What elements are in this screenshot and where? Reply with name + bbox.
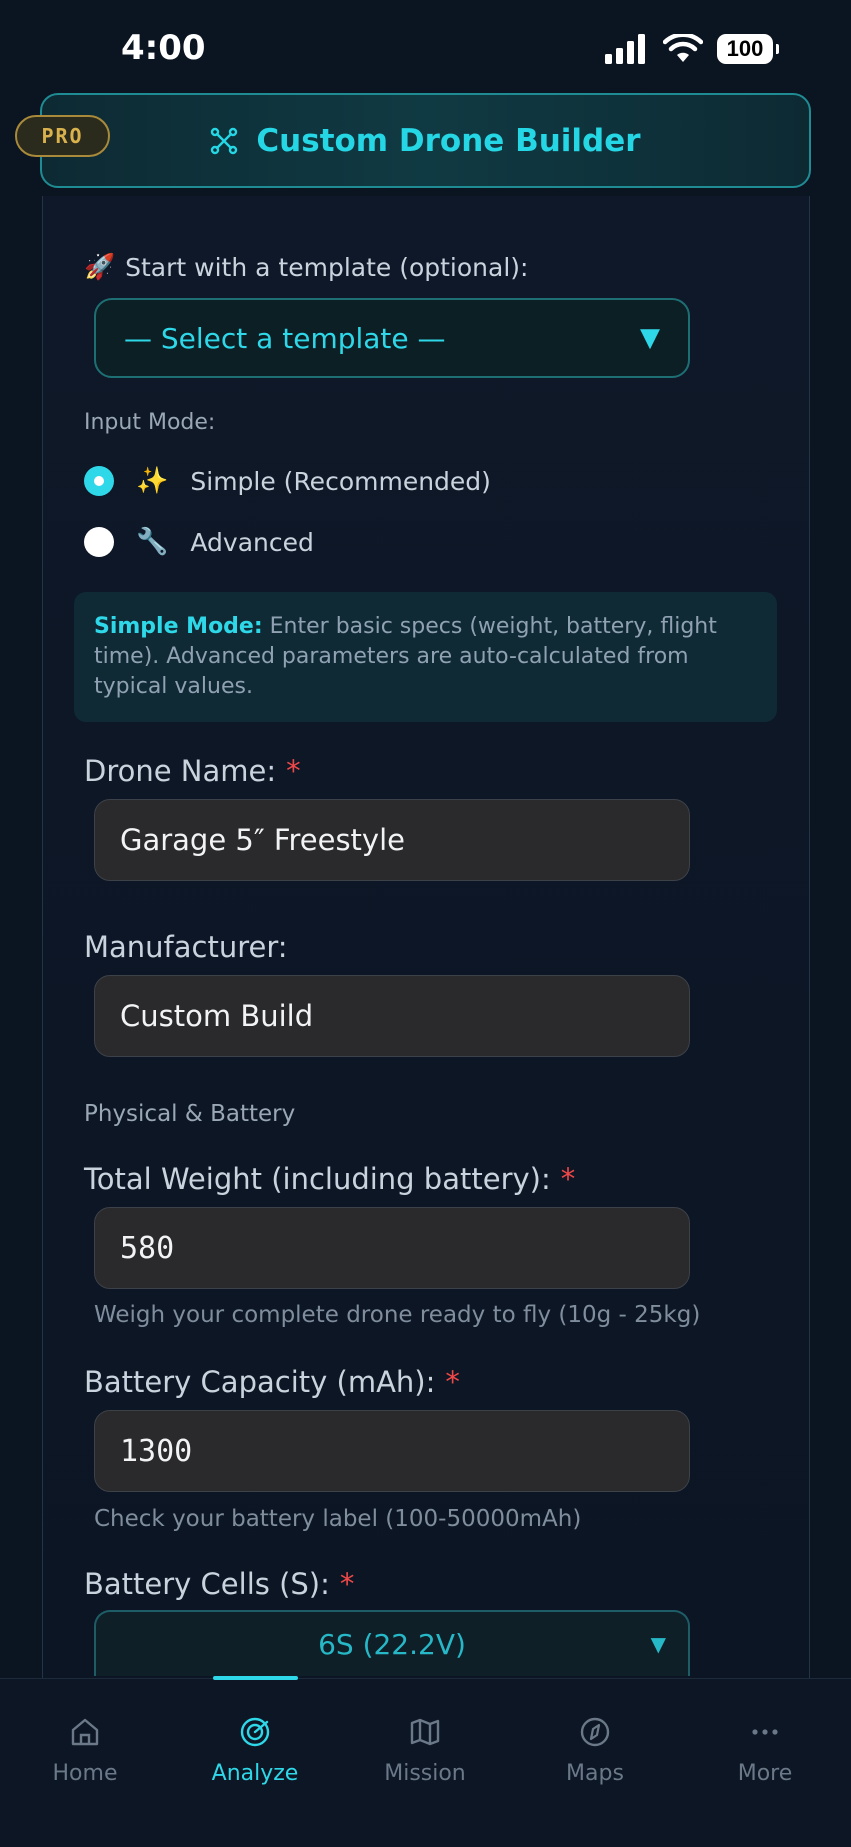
drone-name-label: Drone Name: * xyxy=(84,754,301,788)
pro-badge: PRO xyxy=(15,115,110,157)
mode-option-label: Advanced xyxy=(190,527,314,557)
chevron-down-icon: ▼ xyxy=(650,1632,666,1656)
required-marker: * xyxy=(339,1567,355,1601)
template-label: 🚀 Start with a template (optional): xyxy=(84,252,529,282)
radio-advanced[interactable] xyxy=(84,527,114,557)
nav-mission[interactable]: Mission xyxy=(355,1715,495,1786)
capacity-input[interactable]: 1300 xyxy=(94,1410,690,1492)
weight-hint: Weigh your complete drone ready to fly (… xyxy=(94,1302,701,1328)
wrench-icon: 🔧 xyxy=(136,527,169,557)
page-header: Custom Drone Builder xyxy=(40,93,811,188)
section-heading: Physical & Battery xyxy=(84,1101,296,1127)
status-time: 4:00 xyxy=(121,28,206,68)
page-title: Custom Drone Builder xyxy=(256,122,641,159)
nav-home[interactable]: Home xyxy=(15,1715,155,1786)
signal-icon xyxy=(605,34,645,64)
nav-maps[interactable]: Maps xyxy=(525,1715,665,1786)
radio-simple[interactable] xyxy=(84,466,114,496)
manufacturer-input[interactable]: Custom Build xyxy=(94,975,690,1057)
cells-label: Battery Cells (S): * xyxy=(84,1567,355,1601)
drone-name-input[interactable]: Garage 5″ Freestyle xyxy=(94,799,690,881)
input-mode-label: Input Mode: xyxy=(84,410,216,435)
weight-input[interactable]: 580 xyxy=(94,1207,690,1289)
home-icon xyxy=(71,1718,99,1746)
template-select-value: — Select a template — xyxy=(124,321,446,355)
mode-option-label: Simple (Recommended) xyxy=(190,466,491,496)
manufacturer-label: Manufacturer: xyxy=(84,930,288,964)
analyze-icon xyxy=(240,1717,270,1747)
capacity-hint: Check your battery label (100-50000mAh) xyxy=(94,1506,582,1532)
map-icon xyxy=(410,1718,440,1746)
compass-icon xyxy=(580,1717,610,1747)
drone-icon xyxy=(211,127,238,154)
cells-select-value: 6S (22.2V) xyxy=(318,1627,466,1661)
rocket-icon: 🚀 xyxy=(84,252,116,281)
required-marker: * xyxy=(286,754,301,788)
more-icon xyxy=(752,1729,778,1735)
weight-label: Total Weight (including battery): * xyxy=(84,1162,576,1196)
mode-info-box: Simple Mode: Enter basic specs (weight, … xyxy=(74,592,777,722)
chevron-down-icon: ▼ xyxy=(640,323,660,353)
status-icons: 100 xyxy=(605,34,779,64)
sparkles-icon: ✨ xyxy=(136,466,169,496)
status-bar: 4:00 100 xyxy=(0,0,851,92)
required-marker: * xyxy=(445,1365,460,1399)
nav-more[interactable]: More xyxy=(695,1715,835,1786)
required-marker: * xyxy=(560,1162,576,1196)
mode-option-simple[interactable]: ✨ Simple (Recommended) xyxy=(84,466,491,496)
bottom-nav: Home Analyze Mission Maps More xyxy=(0,1676,851,1847)
battery-icon: 100 xyxy=(717,34,779,64)
template-select[interactable]: — Select a template — ▼ xyxy=(94,298,690,378)
cells-select[interactable]: 6S (22.2V) ▼ xyxy=(94,1610,690,1676)
active-tab-indicator xyxy=(213,1676,298,1680)
mode-option-advanced[interactable]: 🔧 Advanced xyxy=(84,527,314,557)
info-bold: Simple Mode: xyxy=(94,614,263,639)
capacity-label: Battery Capacity (mAh): * xyxy=(84,1365,460,1399)
nav-analyze[interactable]: Analyze xyxy=(185,1715,325,1786)
wifi-icon xyxy=(663,34,703,62)
